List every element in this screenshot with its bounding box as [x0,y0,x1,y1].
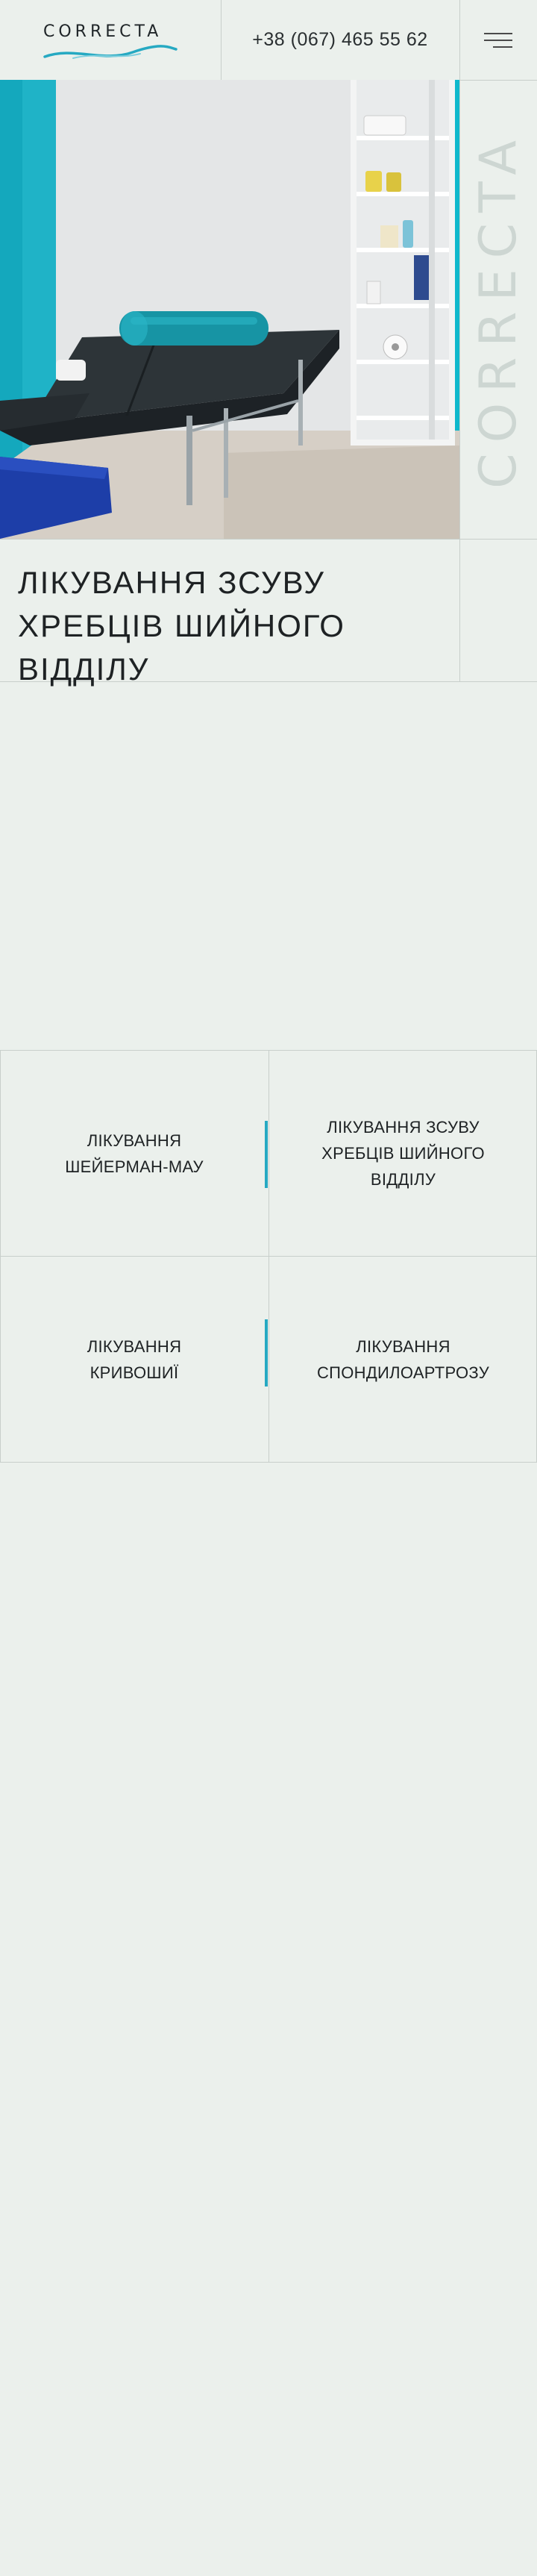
wave-logo-icon [43,45,178,59]
vertical-brand-text: CORRECTA [459,80,537,539]
logo-link[interactable]: CORRECTA [0,0,221,80]
hero-bottom-divider [0,539,537,540]
link-card-label: ЛІКУВАННЯ СПОНДИЛОАРТРОЗУ [316,1337,490,1382]
link-card-cervical-displacement[interactable]: ЛІКУВАННЯ ЗСУВУ ХРЕБЦІВ ШИЙНОГО ВІДДІЛУ [269,1051,537,1256]
link-card-torticollis[interactable]: ЛІКУВАННЯ КРИВОШИЇ [0,1257,268,1462]
link-card-label: ЛІКУВАННЯ КРИВОШИЇ [87,1337,182,1382]
logo-text: CORRECTA [43,22,163,41]
accent-bar [265,1319,268,1387]
link-card-spondyloarthrosis[interactable]: ЛІКУВАННЯ СПОНДИЛОАРТРОЗУ [269,1257,537,1462]
grid-bottom-line [0,1462,537,1463]
accent-bar [265,1121,268,1188]
link-card-label: ЛІКУВАННЯ ШЕЙЕРМАН-МАУ [65,1131,204,1176]
hamburger-menu-icon [484,32,512,48]
link-card-scheuermann[interactable]: ЛІКУВАННЯ ШЕЙЕРМАН-МАУ [0,1051,268,1256]
menu-button[interactable] [459,0,537,80]
link-card-label: ЛІКУВАННЯ ЗСУВУ ХРЕБЦІВ ШИЙНОГО ВІДДІЛУ [321,1118,485,1189]
phone-link[interactable]: +38 (067) 465 55 62 [221,0,459,80]
page-title: ЛІКУВАННЯ ЗСУВУ ХРЕБЦІВ ШИЙНОГО ВІДДІЛУ [18,565,345,687]
hero-image [0,80,459,539]
vertical-brand-label: CORRECTA [468,130,528,489]
treatment-room-illustration [0,80,459,539]
